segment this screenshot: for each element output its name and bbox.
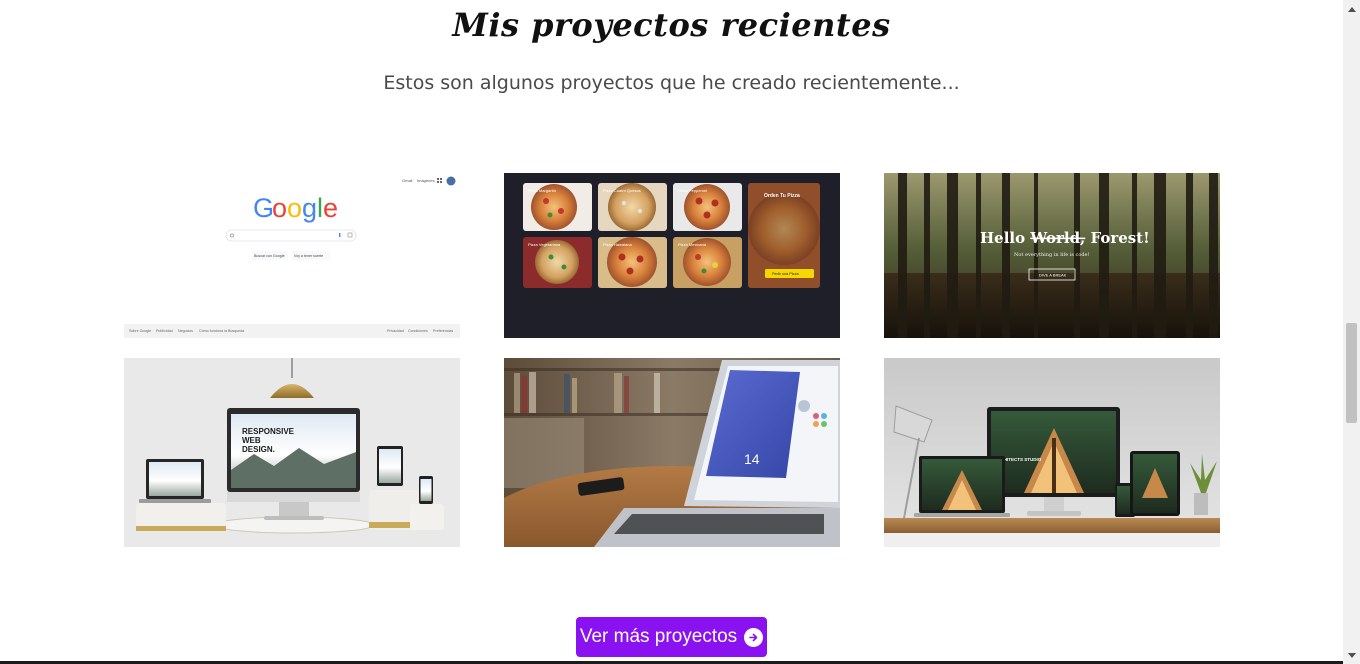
svg-text:Pizza Cuatro Quesos: Pizza Cuatro Quesos [603,188,641,193]
svg-text:Orden Tu Pizza: Orden Tu Pizza [764,193,800,199]
pizza-tile-5: Pizza Hawaiana [598,237,667,288]
svg-text:WEB: WEB [242,436,261,445]
section-title: Mis proyectos recientes [452,6,891,44]
project-card-pizza[interactable]: Pizza Margarita Pizza Cuatro Quesos Pizz… [504,173,840,338]
svg-text:DIVE A BREAK: DIVE A BREAK [1039,273,1067,278]
project-thumbnail-architecture-mockup: ARCHITECTS STUDIO [884,358,1220,547]
project-thumbnail-forest: Hello World, Forest! Not everything in l… [884,173,1220,338]
svg-text:Pizza Margarita: Pizza Margarita [528,188,557,193]
projects-section: Mis proyectos recientes Estos son alguno… [0,0,1343,664]
svg-text:DESIGN.: DESIGN. [242,445,275,454]
project-thumbnail-laptop-desk: 14 [504,358,840,547]
pizza-tile-4: Pizza Vegetariana [523,237,592,288]
forest-headline: Hello World, Forest! [980,229,1150,247]
svg-text:Negocios: Negocios [178,329,193,333]
svg-text:Pizza Pepperoni: Pizza Pepperoni [678,188,707,193]
avatar-icon [446,176,456,186]
svg-text:Buscar con Google: Buscar con Google [254,254,285,258]
project-card-architecture-mockup[interactable]: ARCHITECTS STUDIO [884,358,1220,547]
laptop-screen-number: 14 [744,451,760,467]
google-search-box [225,229,357,242]
svg-text:g: g [302,193,317,223]
google-top-link-gmail: Gmail [402,178,413,183]
svg-text:RESPONSIVE: RESPONSIVE [242,427,295,436]
pizza-order-panel: Orden Tu Pizza Pedir una Pizza [748,183,820,288]
project-card-laptop-desk[interactable]: 14 [504,358,840,547]
project-card-forest[interactable]: Hello World, Forest! Not everything in l… [884,173,1220,338]
pizza-tile-2: Pizza Cuatro Quesos [598,183,667,231]
project-thumbnail-responsive-mockup: RESPONSIVE WEB DESIGN. [124,358,460,547]
svg-text:Pizza Mexicana: Pizza Mexicana [678,242,707,247]
svg-text:Privacidad: Privacidad [387,329,404,333]
pizza-tile-1: Pizza Margarita [523,183,592,231]
project-thumbnail-pizza: Pizza Margarita Pizza Cuatro Quesos Pizz… [504,173,840,338]
see-more-projects-button[interactable]: Ver más proyectos [576,617,767,657]
google-logo: G o o g l e [253,193,338,223]
svg-text:G: G [253,193,274,223]
section-subtitle: Estos son algunos proyectos que he cread… [383,72,960,94]
project-card-responsive-mockup[interactable]: RESPONSIVE WEB DESIGN. [124,358,460,547]
vertical-scrollbar[interactable] [1343,0,1360,664]
svg-text:Preferencias: Preferencias [433,329,453,333]
mic-icon [339,233,341,237]
scrollbar-thumb[interactable] [1346,323,1357,423]
forest-tagline: Not everything in life is code! [1014,252,1090,258]
see-more-projects-label: Ver más proyectos [579,626,738,647]
wooden-desk [884,518,1220,533]
svg-text:Voy a tener suerte: Voy a tener suerte [294,254,323,258]
scroll-up-arrow-icon[interactable] [1343,0,1360,17]
svg-text:o: o [287,193,302,223]
svg-text:Cómo funciona la Búsqueda: Cómo funciona la Búsqueda [199,329,244,333]
arrow-right-circle-icon [744,627,764,647]
pizza-tile-3: Pizza Pepperoni [673,183,742,231]
svg-text:o: o [272,193,287,223]
svg-text:Condiciones: Condiciones [408,329,428,333]
projects-grid: Gmail Imágenes G o o g l e Buscar con Go… [124,173,1220,547]
pizza-tile-6: Pizza Mexicana [673,237,742,288]
project-card-google-clone[interactable]: Gmail Imágenes G o o g l e Buscar con Go… [124,173,460,338]
page: Mis proyectos recientes Estos son alguno… [0,0,1360,664]
project-thumbnail-google-clone: Gmail Imágenes G o o g l e Buscar con Go… [124,173,460,338]
svg-text:e: e [323,193,338,223]
svg-text:Pedir una Pizza: Pedir una Pizza [772,272,799,276]
svg-text:Pizza Vegetariana: Pizza Vegetariana [528,242,561,247]
google-top-link-images: Imágenes [417,178,435,183]
svg-text:Sobre Google: Sobre Google [129,329,151,333]
svg-text:Publicidad: Publicidad [156,329,173,333]
svg-text:Pizza Hawaiana: Pizza Hawaiana [603,242,632,247]
scroll-down-arrow-icon[interactable] [1343,647,1360,664]
